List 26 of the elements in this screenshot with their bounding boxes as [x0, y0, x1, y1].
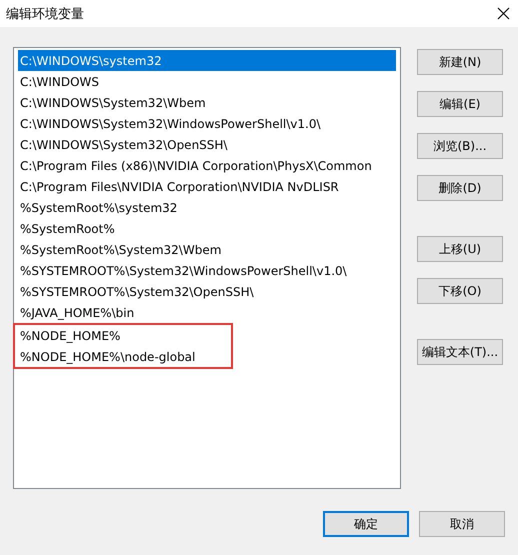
- path-item[interactable]: C:\WINDOWS: [18, 71, 396, 92]
- path-item[interactable]: %SystemRoot%\System32\Wbem: [18, 239, 396, 260]
- action-button[interactable]: 编辑(E): [417, 91, 503, 117]
- path-item[interactable]: %NODE_HOME%: [18, 325, 231, 346]
- action-button[interactable]: 下移(O): [417, 278, 503, 304]
- path-item[interactable]: %SYSTEMROOT%\System32\WindowsPowerShell\v1.0\: [18, 260, 396, 281]
- action-button[interactable]: 删除(D): [417, 175, 503, 201]
- path-item[interactable]: %SystemRoot%\system32: [18, 197, 396, 218]
- cancel-button[interactable]: 取消: [419, 511, 505, 537]
- path-item[interactable]: %SystemRoot%: [18, 218, 396, 239]
- path-item[interactable]: C:\WINDOWS\System32\OpenSSH\: [18, 134, 396, 155]
- path-item[interactable]: C:\WINDOWS\System32\Wbem: [18, 92, 396, 113]
- action-button[interactable]: 编辑文本(T)...: [417, 339, 503, 365]
- path-item[interactable]: %JAVA_HOME%\bin: [18, 302, 396, 323]
- path-item[interactable]: %SYSTEMROOT%\System32\OpenSSH\: [18, 281, 396, 302]
- action-button[interactable]: 新建(N): [417, 49, 503, 75]
- action-button[interactable]: 上移(U): [417, 236, 503, 262]
- close-icon[interactable]: [497, 7, 510, 20]
- path-item[interactable]: C:\WINDOWS\System32\WindowsPowerShell\v1.0\: [18, 113, 396, 134]
- path-item[interactable]: C:\WINDOWS\system32: [18, 50, 396, 71]
- path-item[interactable]: %NODE_HOME%\node-global: [18, 346, 231, 367]
- window-title: 编辑环境变量: [6, 6, 84, 22]
- ok-button[interactable]: 确定: [323, 511, 409, 537]
- action-button[interactable]: 浏览(B)...: [417, 133, 503, 159]
- path-item[interactable]: C:\Program Files\NVIDIA Corporation\NVIDIA NvDLISR: [18, 176, 396, 197]
- path-item[interactable]: C:\Program Files (x86)\NVIDIA Corporation\PhysX\Common: [18, 155, 396, 176]
